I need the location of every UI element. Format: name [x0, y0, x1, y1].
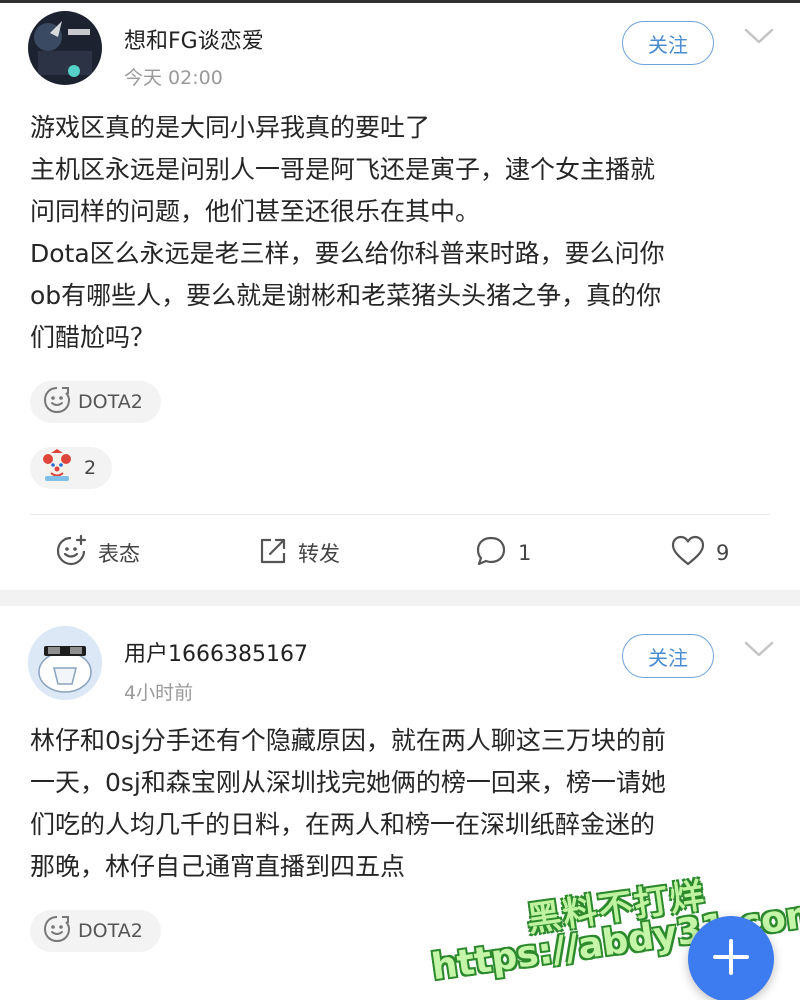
avatar[interactable] [28, 626, 102, 700]
react-label: 表态 [98, 542, 140, 566]
share-icon [258, 536, 298, 571]
chevron-down-icon[interactable] [742, 25, 776, 47]
compose-fab-button[interactable] [688, 916, 774, 1000]
follow-button[interactable]: 关注 [622, 634, 714, 678]
tag-label: DOTA2 [78, 920, 143, 942]
smile-face-icon [42, 914, 78, 949]
comment-count: 1 [518, 541, 532, 565]
like-button[interactable]: 9 [670, 533, 729, 573]
smile-face-icon [42, 385, 78, 420]
post-card[interactable]: 想和FG谈恋爱 今天 02:00 关注 游戏区真的是大同小异我真的要吐了 主机区… [0, 3, 800, 590]
reaction-chip[interactable]: 2 [30, 447, 113, 489]
react-button[interactable]: 表态 [54, 533, 140, 573]
topic-tag[interactable]: DOTA2 [30, 910, 161, 952]
divider [30, 514, 770, 515]
topic-tag[interactable]: DOTA2 [30, 381, 161, 423]
post-line: 们吃的人均几千的日料，在两人和榜一在深圳纸醉金迷的 [30, 810, 656, 839]
comment-button[interactable]: 1 [474, 533, 531, 573]
clown-icon [40, 448, 84, 488]
avatar[interactable] [28, 11, 102, 85]
like-count: 9 [716, 541, 730, 565]
comment-icon [474, 534, 518, 573]
username[interactable]: 用户1666385167 [124, 636, 308, 668]
feed-separator [0, 590, 800, 606]
post-line: 问同样的问题，他们甚至还很乐在其中。 [30, 197, 481, 226]
reaction-count: 2 [84, 457, 97, 479]
post-time: 4小时前 [124, 682, 194, 704]
follow-button[interactable]: 关注 [622, 21, 714, 65]
post-line: 主机区永远是问别人一哥是阿飞还是寅子，逮个女主播就 [30, 155, 656, 184]
chevron-down-icon[interactable] [742, 638, 776, 660]
smiley-plus-icon [54, 534, 98, 573]
post-content[interactable]: 林仔和0sj分手还有个隐藏原因，就在两人聊这三万块的前 一天，0sj和森宝刚从深… [30, 720, 770, 888]
post-line: 游戏区真的是大同小异我真的要吐了 [30, 113, 431, 142]
post-line: Dota区么永远是老三样，要么给你科普来时路，要么问你 [30, 239, 665, 268]
post-line: 一天，0sj和森宝刚从深圳找完她俩的榜一回来，榜一请她 [30, 768, 666, 797]
post-line: 那晚，林仔自己通宵直播到四五点 [30, 852, 406, 881]
share-button[interactable]: 转发 [258, 533, 340, 573]
plus-icon [711, 937, 751, 981]
post-line: 林仔和0sj分手还有个隐藏原因，就在两人聊这三万块的前 [30, 726, 666, 755]
post-time: 今天 02:00 [124, 67, 223, 89]
tag-label: DOTA2 [78, 391, 143, 413]
heart-icon [670, 534, 716, 573]
username[interactable]: 想和FG谈恋爱 [124, 23, 264, 55]
post-card[interactable]: 用户1666385167 4小时前 关注 林仔和0sj分手还有个隐藏原因，就在两… [0, 606, 800, 1000]
share-label: 转发 [298, 542, 340, 566]
post-actions: 表态 转发 1 9 [0, 533, 800, 573]
post-line: 们醋尬吗？ [30, 323, 156, 352]
post-content[interactable]: 游戏区真的是大同小异我真的要吐了 主机区永远是问别人一哥是阿飞还是寅子，逮个女主… [30, 107, 770, 359]
post-line: ob有哪些人，要么就是谢彬和老菜猪头头猪之争，真的你 [30, 281, 662, 310]
